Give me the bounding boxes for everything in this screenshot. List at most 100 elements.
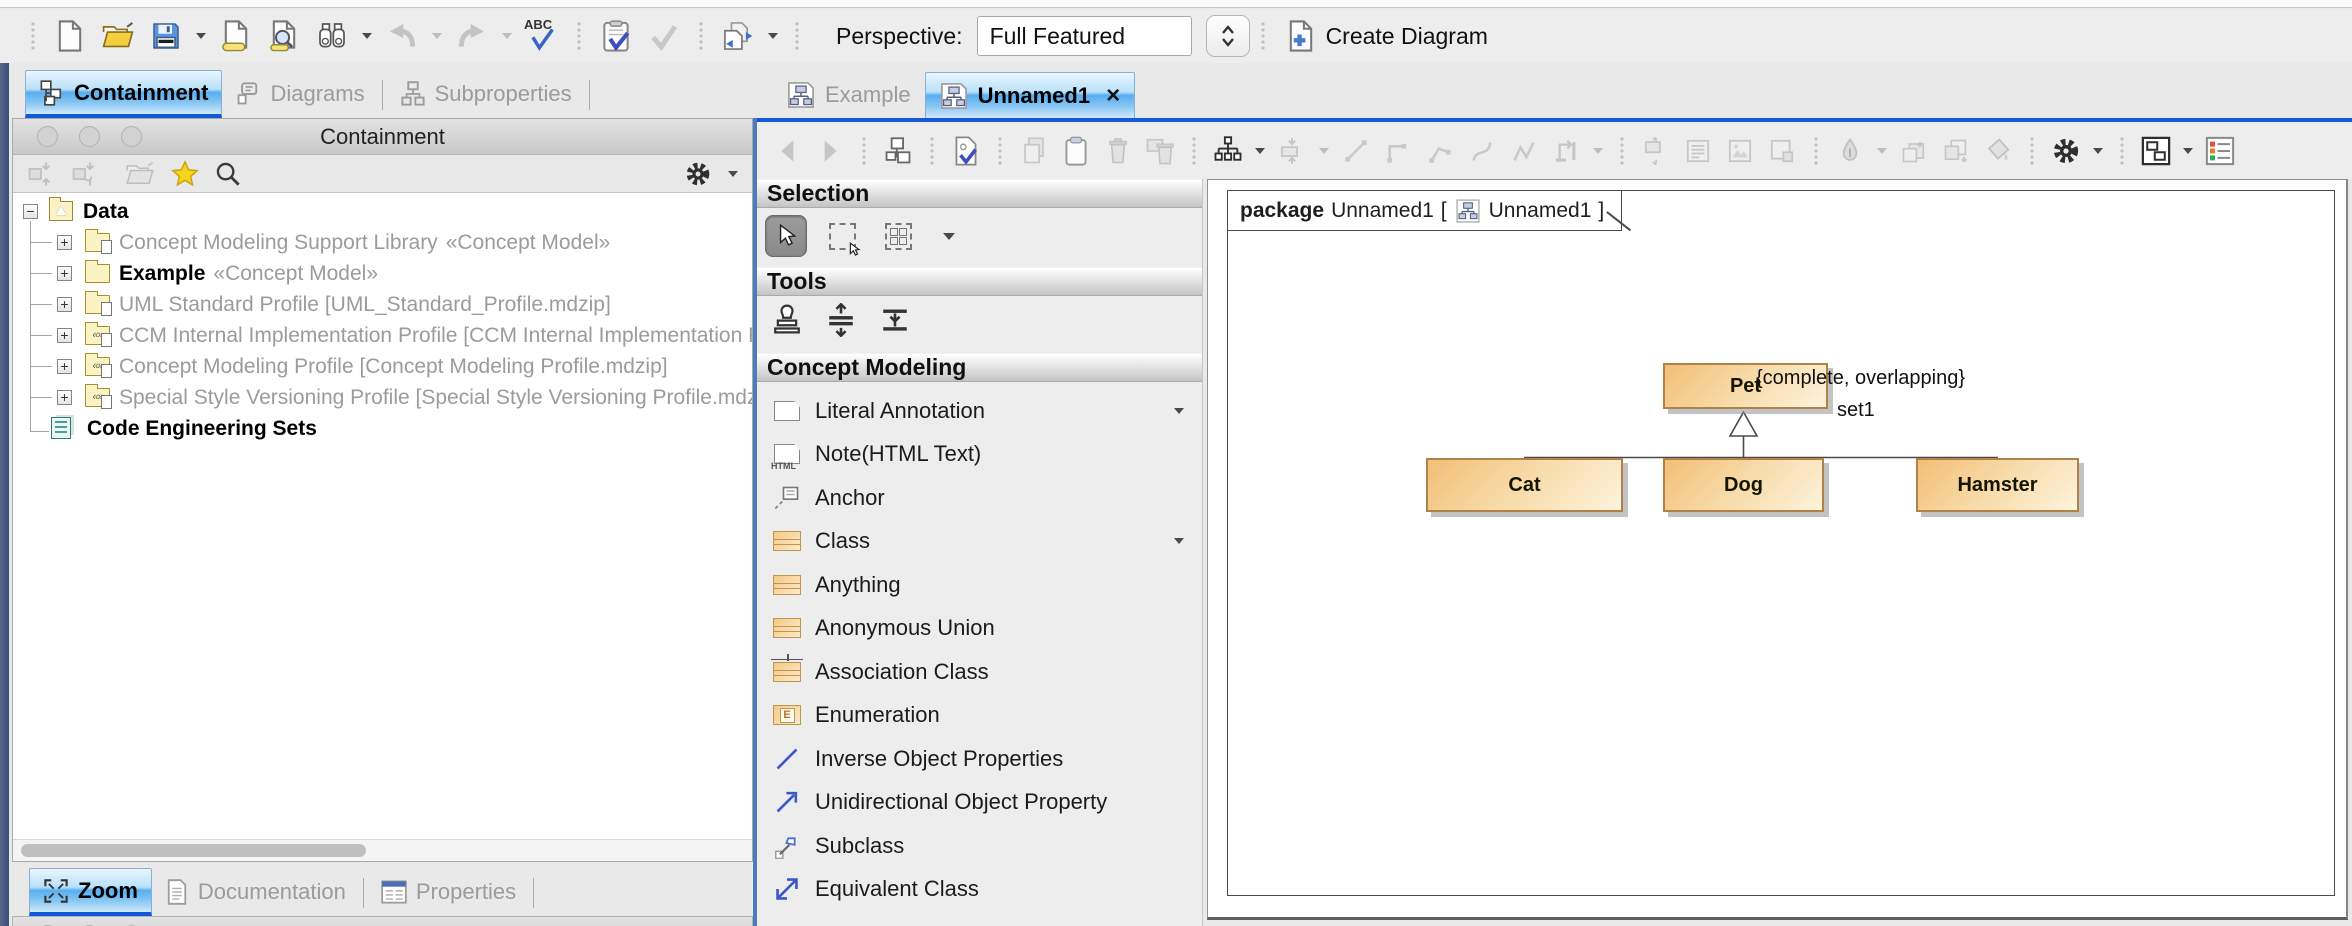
palette-item-enumeration[interactable]: E Enumeration [757,695,1202,735]
search-icon[interactable] [215,161,241,187]
open-project-button[interactable] [98,16,138,56]
undo-button[interactable] [382,16,422,56]
grid-button[interactable] [1680,133,1716,169]
tab-documentation[interactable]: Documentation [152,868,359,916]
spell-check-button[interactable]: ABC [522,16,562,56]
selection-dropdown-caret[interactable] [943,233,955,240]
show-containment-button[interactable] [880,133,916,169]
generalization-set-name[interactable]: set1 [1837,399,1875,422]
tree-row-code-engineering[interactable]: Code Engineering Sets [13,414,752,444]
perspective-stepper[interactable] [1206,15,1250,57]
expand-expander-icon[interactable] [57,328,72,343]
tab-example-diagram[interactable]: Example [773,72,925,118]
window-control-icon[interactable] [121,126,142,147]
generalization-set-constraint[interactable]: {complete, overlapping} [1756,367,1965,390]
copy-button[interactable] [1016,133,1052,169]
window-control-icon[interactable] [79,126,100,147]
palette-item-association-class[interactable]: Association Class [757,652,1202,692]
palette-item-literal-annotation[interactable]: Literal Annotation [757,391,1202,431]
validate-button[interactable] [596,16,636,56]
multi-select-button[interactable] [877,215,919,257]
pointer-tool-button[interactable] [765,215,807,257]
palette-item-subclass[interactable]: Subclass [757,826,1202,866]
redo-dropdown-caret[interactable] [502,33,512,39]
toolbar-grip[interactable] [1813,136,1819,166]
expand-expander-icon[interactable] [57,266,72,281]
close-tab-icon[interactable]: × [1106,86,1120,106]
fill-color-button[interactable] [1980,133,2016,169]
palette-item-inverse-object-properties[interactable]: Inverse Object Properties [757,739,1202,779]
collapse-expander-icon[interactable] [23,204,38,219]
containment-tree[interactable]: Data Concept Modeling Support Library «C… [13,193,752,839]
path-spline-button[interactable] [1506,133,1542,169]
delete-from-model-button[interactable] [1142,133,1178,169]
toolbar-grip[interactable] [698,21,704,51]
swap-dropdown-caret[interactable] [1593,148,1603,154]
expand-expander-icon[interactable] [57,235,72,250]
palette-item-anchor[interactable]: Anchor [757,478,1202,518]
pen-dropdown-caret[interactable] [1877,148,1887,154]
class-shape-hamster[interactable]: Hamster [1916,458,2079,512]
palette-item-equivalent-class[interactable]: Equivalent Class [757,869,1202,909]
layout-dropdown-caret[interactable] [1255,148,1265,154]
tree-row[interactable]: Concept Modeling Support Library «Concep… [13,228,752,258]
paste-button[interactable] [1058,133,1094,169]
palette-item-class[interactable]: Class [757,521,1202,561]
legend-button[interactable] [2202,133,2238,169]
swap-ends-button[interactable] [1548,133,1584,169]
tab-containment[interactable]: Containment [25,70,222,118]
toolbar-grip[interactable] [576,21,582,51]
back-button[interactable] [770,133,806,169]
toolbar-grip[interactable] [929,136,935,166]
perspective-combobox[interactable]: Full Featured [977,16,1192,56]
tree-row[interactable]: «» Special Style Versioning Profile [Spe… [13,383,752,413]
toolbar-grip[interactable] [2119,136,2125,166]
bring-to-front-button[interactable] [1896,133,1932,169]
redo-button[interactable] [452,16,492,56]
tree-row[interactable]: «» Concept Modeling Profile [Concept Mod… [13,352,752,382]
toolbar-grip[interactable] [1191,136,1197,166]
stamp-tool-icon[interactable] [771,303,803,337]
class-shape-dog[interactable]: Dog [1663,458,1824,512]
concept-modeling-section-header[interactable]: Concept Modeling [757,353,1202,382]
delete-button[interactable] [1100,133,1136,169]
save-project-button[interactable] [146,16,186,56]
expand-expander-icon[interactable] [57,390,72,405]
class-dropdown-caret[interactable] [1174,538,1184,544]
align-dropdown-caret[interactable] [1319,148,1329,154]
class-shape-cat[interactable]: Cat [1426,458,1623,512]
collapse-all-icon[interactable] [27,160,55,188]
path-oblique-button[interactable] [1338,133,1374,169]
tab-properties[interactable]: Properties [368,868,529,916]
save-dropdown-caret[interactable] [196,33,206,39]
check-diagram-button[interactable] [948,133,984,169]
palette-item-anonymous-union[interactable]: Anonymous Union [757,608,1202,648]
toolbar-grip[interactable] [30,21,36,51]
expand-expander-icon[interactable] [57,297,72,312]
options-dropdown-caret[interactable] [2093,148,2103,154]
toolbar-grip[interactable] [1260,21,1266,51]
find-button[interactable] [312,16,352,56]
collapse-selected-icon[interactable] [71,160,99,188]
expand-vertically-tool-icon[interactable] [825,303,857,337]
toolbar-grip[interactable] [997,136,1003,166]
palette-item-note-html[interactable]: HTML Note(HTML Text) [757,434,1202,474]
collapse-vertically-tool-icon[interactable] [879,303,911,337]
path-rectilinear-button[interactable] [1380,133,1416,169]
toolbar-grip[interactable] [2029,136,2035,166]
tree-row[interactable]: UML Standard Profile [UML_Standard_Profi… [13,290,752,320]
palette-item-unidirectional-object-property[interactable]: Unidirectional Object Property [757,782,1202,822]
settings-dropdown-caret[interactable] [728,171,738,177]
undo-dropdown-caret[interactable] [432,33,442,39]
new-project-button[interactable] [50,16,90,56]
path-bezier-button[interactable] [1422,133,1458,169]
update-project-button[interactable] [718,16,758,56]
tab-unnamed1-diagram[interactable]: Unnamed1 × [925,72,1136,118]
print-button[interactable] [216,16,256,56]
shape-button[interactable] [1764,133,1800,169]
window-layout-button[interactable] [2138,133,2174,169]
find-dropdown-caret[interactable] [362,33,372,39]
tab-subproperties[interactable]: Subproperties [387,70,585,118]
send-to-back-button[interactable] [1938,133,1974,169]
layout-button[interactable] [1210,133,1246,169]
